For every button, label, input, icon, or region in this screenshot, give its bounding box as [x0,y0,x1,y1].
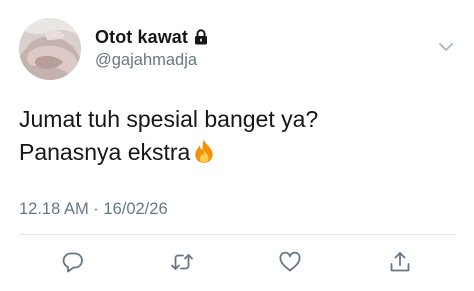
handle[interactable]: @gajahmadja [95,51,197,70]
meta-separator: · [88,200,104,218]
tweet-text-line-2-text: Panasnya ekstra [19,139,191,165]
reply-button[interactable] [61,250,85,274]
reply-icon [61,250,85,274]
tweet-time: 12.18 AM [19,200,89,218]
share-button[interactable] [388,250,412,274]
timestamp[interactable]: 12.18 AM · 16/02/26 [19,200,168,219]
chevron-down-icon[interactable] [438,40,454,52]
lock-icon [194,29,208,45]
retweet-icon [170,250,194,274]
display-name[interactable]: Otot kawat [95,27,188,48]
tweet-text-line-2: Panasnya ekstra [19,136,459,169]
divider [19,234,455,235]
tweet-card: Otot kawat @gajahmadja Jumat tuh spesial… [0,0,474,291]
share-icon [388,250,412,274]
avatar[interactable] [19,18,81,80]
tweet-text: Jumat tuh spesial banget ya? Panasnya ek… [19,103,459,169]
retweet-button[interactable] [170,250,194,274]
like-button[interactable] [278,250,302,274]
heart-icon [278,250,302,274]
tweet-date: 16/02/26 [103,200,168,218]
tweet-text-line-1: Jumat tuh spesial banget ya? [19,106,319,132]
fire-icon [193,139,215,164]
author-name-row: Otot kawat [95,26,208,48]
